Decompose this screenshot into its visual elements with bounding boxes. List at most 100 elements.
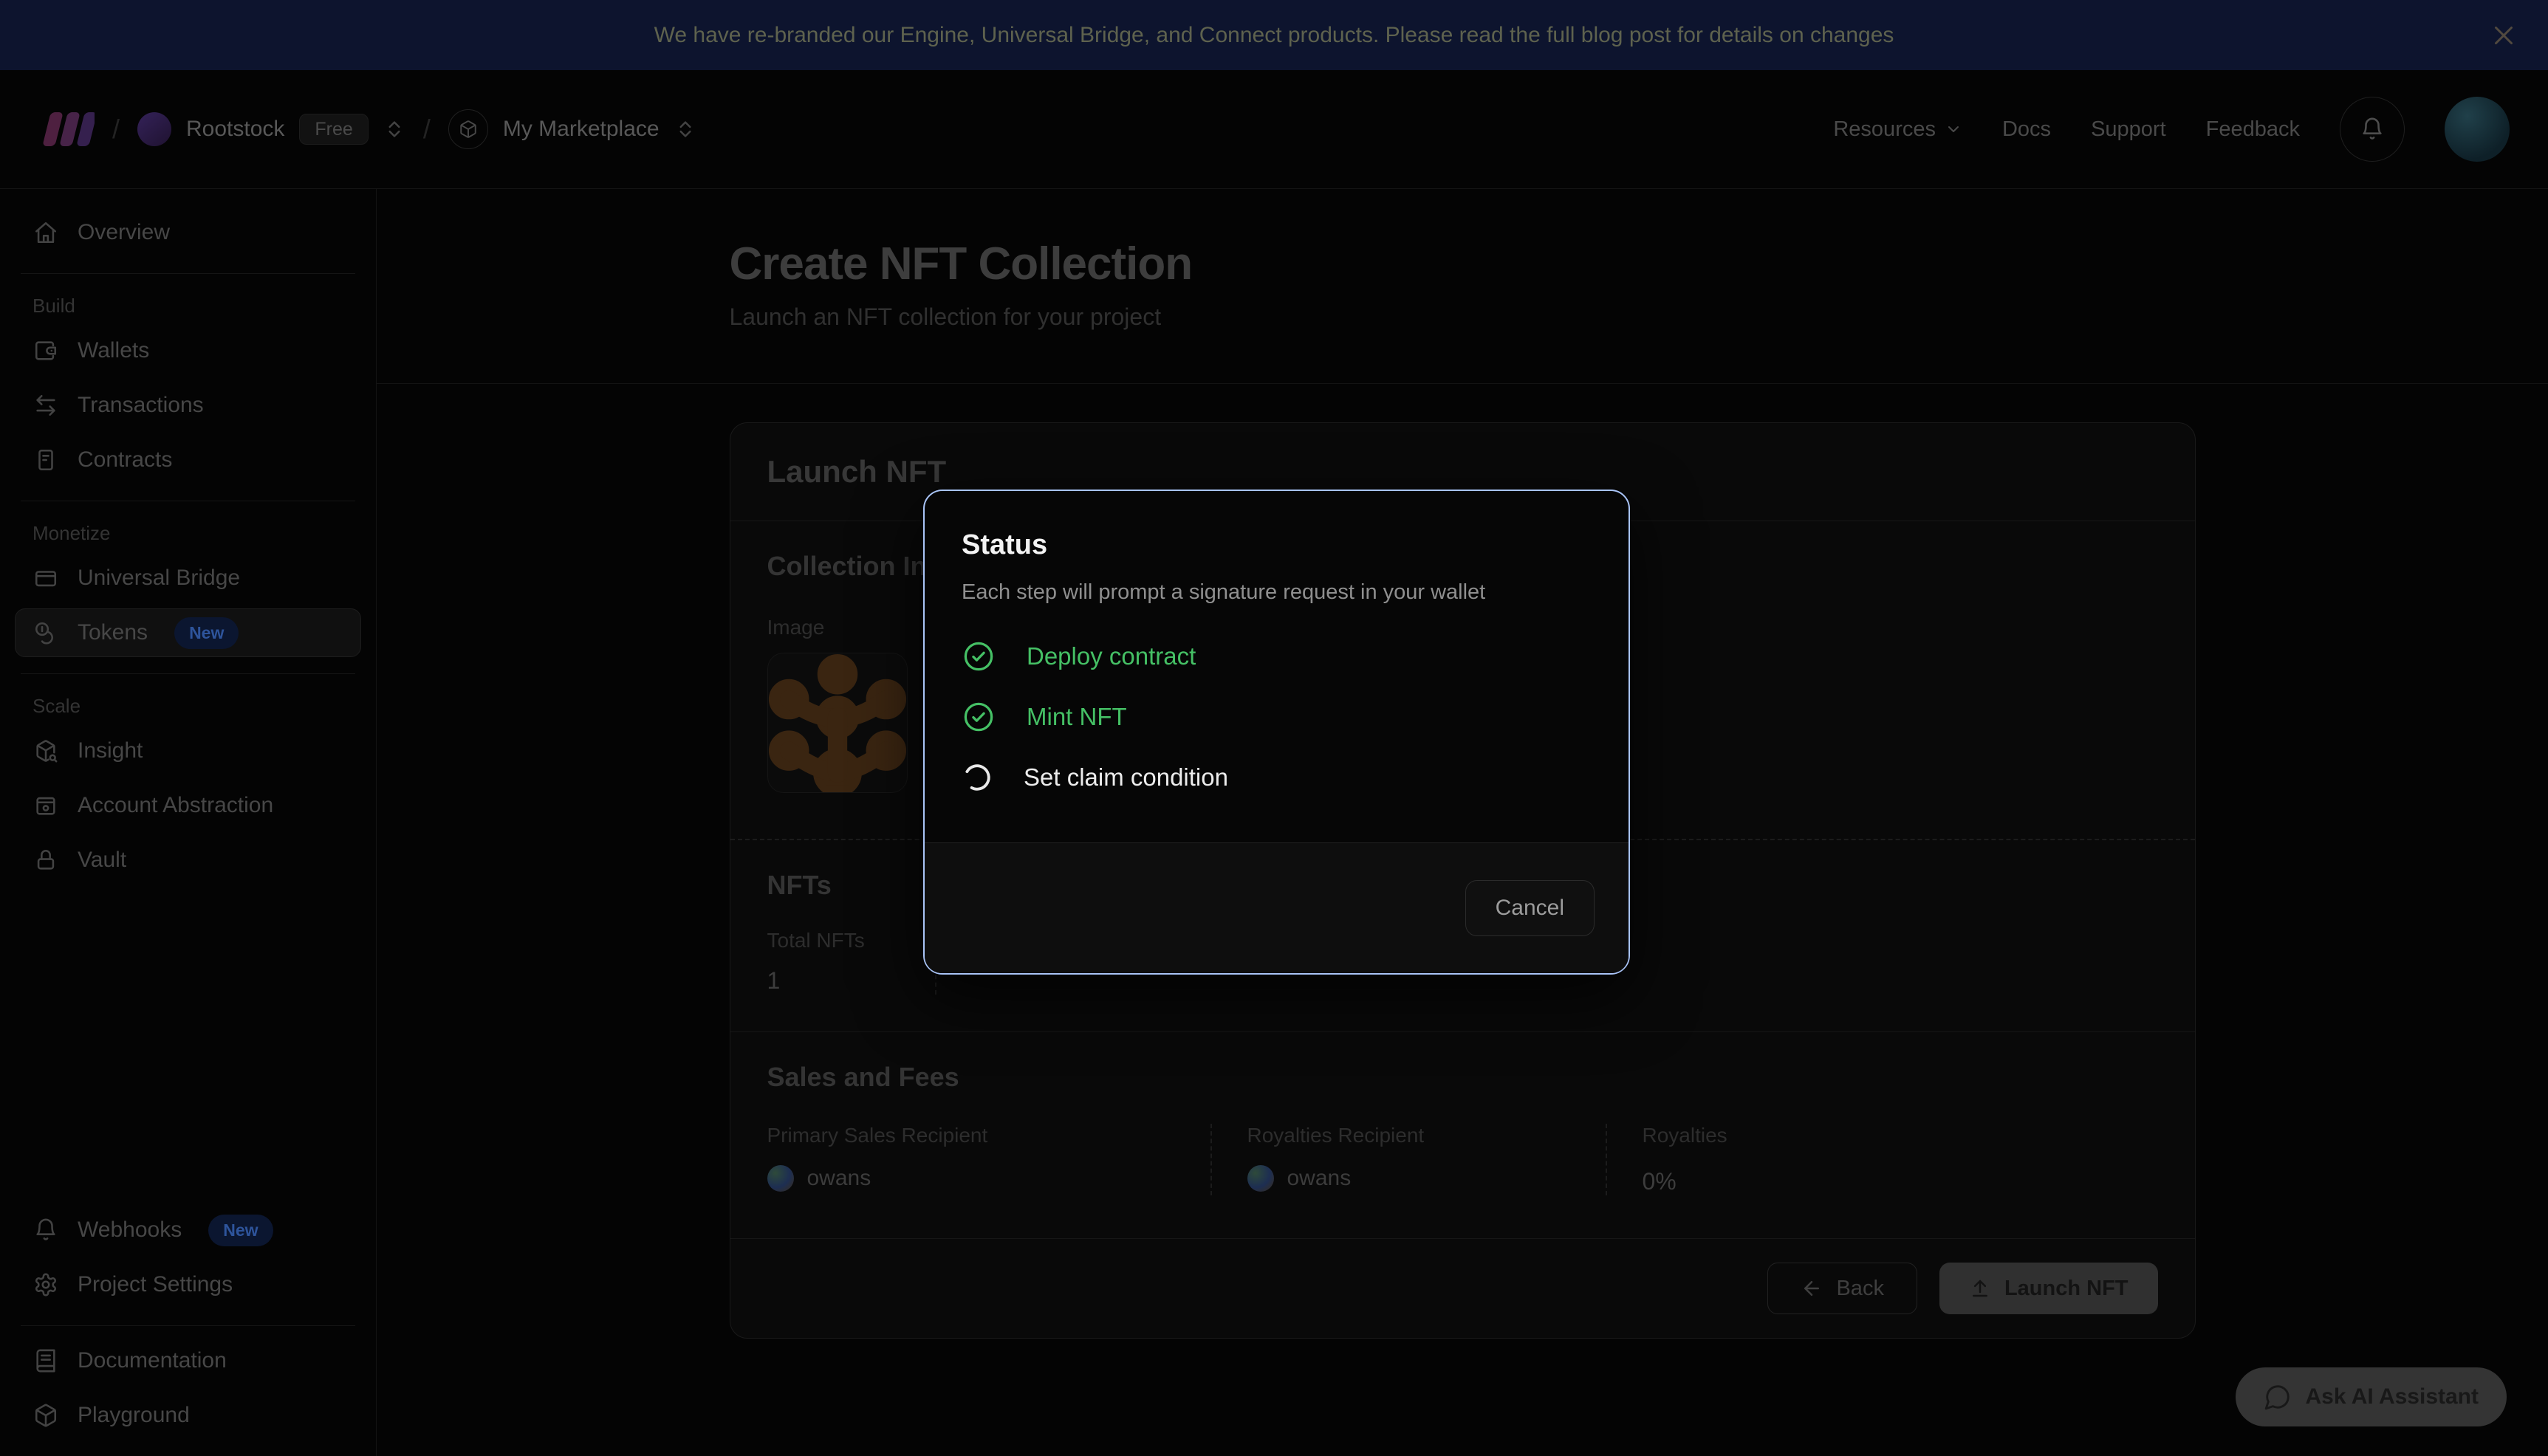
gear-icon	[33, 1272, 58, 1297]
chevrons-up-down-icon	[383, 118, 405, 140]
sidebar-item-project-settings[interactable]: Project Settings	[15, 1260, 361, 1309]
divider	[21, 1325, 355, 1326]
upload-icon	[1969, 1277, 1991, 1299]
sidebar-item-label: Tokens	[78, 620, 148, 645]
sidebar-item-label: Universal Bridge	[78, 566, 240, 591]
step-label: Set claim condition	[1024, 763, 1228, 791]
project-selector[interactable]: Rootstock Free	[137, 112, 405, 146]
sidebar-item-label: Contracts	[78, 447, 172, 473]
royalties-recipient-column: Royalties Recipient owans	[1210, 1124, 1606, 1195]
banner-message: We have re-branded our Engine, Universal…	[654, 23, 1894, 48]
team-name: My Marketplace	[503, 117, 660, 142]
project-avatar	[137, 112, 171, 146]
sidebar-item-insight[interactable]: Insight	[15, 727, 361, 775]
sidebar-item-label: Vault	[78, 848, 126, 873]
card-title: Launch NFT	[767, 454, 2158, 490]
nav-resources[interactable]: Resources	[1833, 117, 1962, 142]
sidebar-item-transactions[interactable]: Transactions	[15, 381, 361, 430]
close-icon[interactable]	[2487, 19, 2520, 52]
package-search-icon	[33, 738, 58, 763]
status-dialog: Status Each step will prompt a signature…	[923, 490, 1630, 975]
sidebar-item-label: Project Settings	[78, 1272, 233, 1297]
sidebar-item-label: Wallets	[78, 338, 149, 363]
sidebar-section-build: Build	[15, 284, 361, 326]
check-circle-icon	[962, 700, 996, 734]
sidebar-item-overview[interactable]: Overview	[15, 208, 361, 257]
back-button-label: Back	[1836, 1277, 1883, 1301]
sidebar-item-label: Overview	[78, 220, 170, 245]
column-label: Royalties	[1643, 1124, 1849, 1147]
marketplace-cube-icon	[448, 109, 488, 149]
page-title: Create NFT Collection	[730, 238, 2196, 290]
user-avatar[interactable]	[2445, 97, 2510, 162]
step-deploy-contract: Deploy contract	[962, 639, 1592, 674]
sidebar-item-tokens[interactable]: Tokens New	[15, 608, 361, 657]
sidebar-item-label: Transactions	[78, 393, 204, 418]
total-nfts-cell: Total NFTs 1	[767, 929, 936, 995]
card-footer: Back Launch NFT	[730, 1238, 2195, 1338]
project-name: Rootstock	[186, 117, 284, 142]
new-badge: New	[174, 617, 239, 649]
sidebar-item-documentation[interactable]: Documentation	[15, 1336, 361, 1385]
plan-badge: Free	[299, 114, 368, 145]
recipient-avatar	[767, 1165, 794, 1192]
sidebar-item-label: Account Abstraction	[78, 793, 273, 818]
sidebar-item-label: Webhooks	[78, 1218, 182, 1243]
step-list: Deploy contract Mint NFT Set claim condi…	[962, 639, 1592, 795]
dialog-subtitle: Each step will prompt a signature reques…	[962, 580, 1592, 605]
sidebar-item-universal-bridge[interactable]: Universal Bridge	[15, 554, 361, 602]
back-button[interactable]: Back	[1767, 1263, 1917, 1314]
column-label: Royalties Recipient	[1247, 1124, 1606, 1147]
chat-bubble-icon	[2264, 1383, 2292, 1411]
nav-feedback[interactable]: Feedback	[2206, 117, 2300, 142]
nft-collection-image	[767, 653, 908, 793]
breadcrumb-separator: /	[112, 114, 120, 145]
cancel-button[interactable]: Cancel	[1465, 880, 1595, 936]
thirdweb-logo-icon[interactable]	[38, 109, 95, 150]
bridge-card-icon	[33, 566, 58, 591]
sidebar-item-vault[interactable]: Vault	[15, 836, 361, 885]
launch-nft-button-label: Launch NFT	[2004, 1277, 2129, 1301]
sidebar: Overview Build Wallets Transactions Cont…	[0, 188, 377, 1456]
nav-support[interactable]: Support	[2091, 117, 2166, 142]
sidebar-item-playground[interactable]: Playground	[15, 1391, 361, 1440]
bell-icon	[2360, 117, 2385, 142]
cube-icon	[33, 1403, 58, 1428]
sidebar-item-wallets[interactable]: Wallets	[15, 326, 361, 375]
transactions-icon	[33, 393, 58, 418]
sidebar-item-label: Insight	[78, 738, 143, 763]
total-nfts-value: 1	[767, 967, 865, 995]
sales-fees-section: Sales and Fees Primary Sales Recipient o…	[730, 1032, 2195, 1238]
notifications-button[interactable]	[2340, 97, 2405, 162]
coins-icon	[33, 620, 58, 645]
launch-nft-button[interactable]: Launch NFT	[1939, 1263, 2158, 1314]
lock-icon	[33, 848, 58, 873]
divider	[21, 673, 355, 674]
sidebar-item-webhooks[interactable]: Webhooks New	[15, 1206, 361, 1254]
step-label: Mint NFT	[1027, 703, 1127, 731]
sidebar-item-contracts[interactable]: Contracts	[15, 436, 361, 484]
wallet-icon	[33, 338, 58, 363]
home-icon	[33, 220, 58, 245]
total-nfts-label: Total NFTs	[767, 929, 865, 952]
dialog-footer: Cancel	[925, 842, 1629, 973]
team-selector[interactable]: My Marketplace	[448, 109, 696, 149]
sidebar-spacer	[15, 890, 361, 1206]
divider	[21, 273, 355, 274]
sidebar-item-account-abstraction[interactable]: Account Abstraction	[15, 781, 361, 830]
ask-ai-assistant-button[interactable]: Ask AI Assistant	[2236, 1367, 2507, 1426]
arrow-left-icon	[1801, 1277, 1823, 1299]
chevron-down-icon	[1945, 120, 1962, 138]
step-mint-nft: Mint NFT	[962, 699, 1592, 735]
top-header: / Rootstock Free / My Marketplace Resour…	[0, 70, 2548, 188]
spinner-icon	[962, 762, 993, 793]
page-subtitle: Launch an NFT collection for your projec…	[730, 303, 2196, 331]
ask-ai-assistant-label: Ask AI Assistant	[2305, 1384, 2479, 1409]
recipient-name: owans	[807, 1166, 871, 1191]
nav-docs[interactable]: Docs	[2002, 117, 2051, 142]
primary-sales-column: Primary Sales Recipient owans	[767, 1124, 1210, 1195]
sidebar-section-monetize: Monetize	[15, 512, 361, 554]
bell-icon	[33, 1218, 58, 1243]
step-set-claim-condition: Set claim condition	[962, 760, 1592, 795]
chevrons-up-down-icon	[674, 118, 696, 140]
